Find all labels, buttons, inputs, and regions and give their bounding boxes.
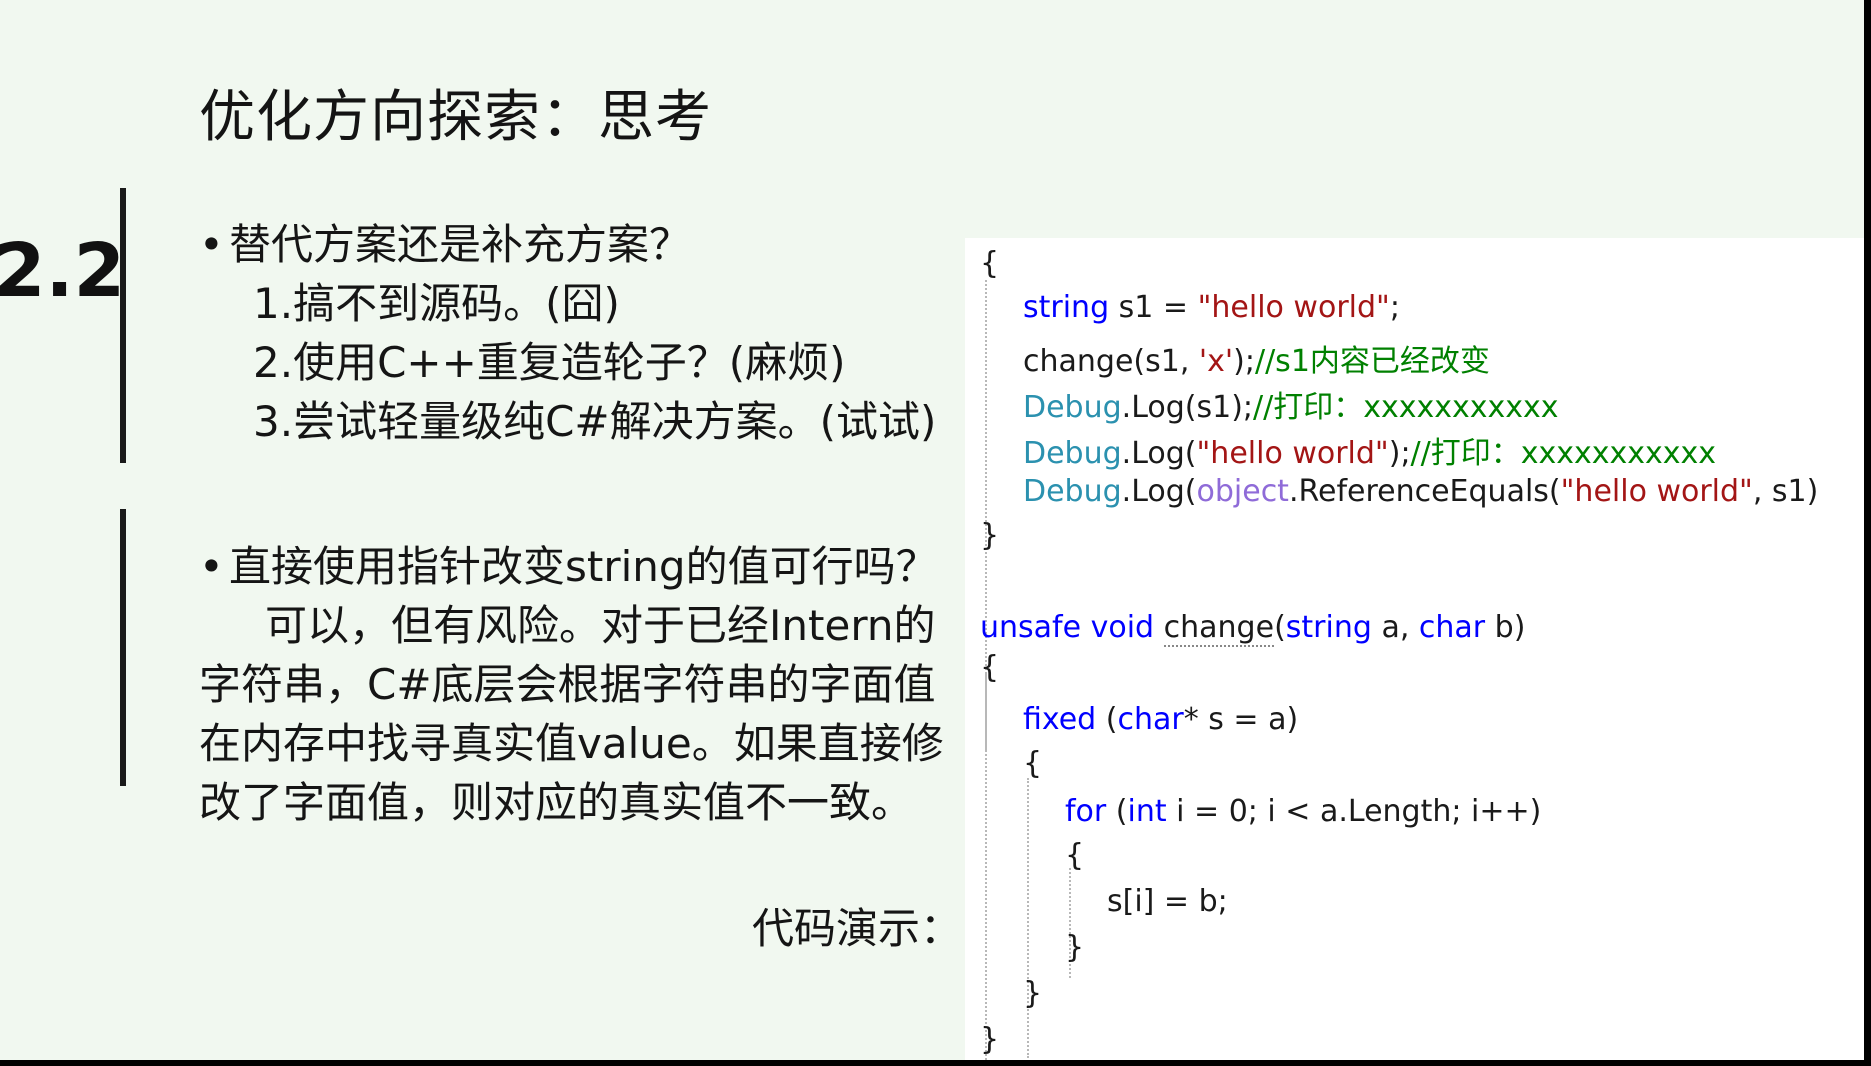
code-line: }	[1023, 976, 1043, 1011]
indent-guide	[985, 674, 987, 1060]
bullet-heading-text: 直接使用指针改变string的值可行吗？	[229, 542, 938, 591]
bullet-heading-text: 替代方案还是补充方案？	[229, 220, 692, 269]
paragraph-line: 可以，但有风险。对于已经Intern的	[265, 601, 936, 650]
bullet-heading: • 直接使用指针改变string的值可行吗？	[199, 537, 944, 596]
code-line: {	[980, 246, 1000, 281]
code-demo-label: 代码演示：	[752, 904, 963, 953]
code-line: }	[1065, 930, 1085, 965]
list-item: 3.尝试轻量级纯C#解决方案。(试试)	[253, 397, 937, 446]
paragraph-line: 改了字面值，则对应的真实值不一致。	[199, 778, 914, 827]
code-line: Debug.Log("hello world");//打印：xxxxxxxxxx…	[1023, 436, 1717, 471]
bullet-dot: •	[199, 220, 224, 269]
code-line: fixed (char* s = a)	[1023, 702, 1299, 737]
bullet-pointer-question: • 直接使用指针改变string的值可行吗？ 可以，但有风险。对于已经Intern…	[199, 537, 944, 832]
list-item: 2.使用C++重复造轮子？(麻烦)	[253, 338, 846, 387]
code-screenshot: { string s1 = "hello world"; change(s1, …	[965, 238, 1864, 1060]
paragraph-line: 字符串，C#底层会根据字符串的字面值	[199, 660, 936, 709]
code-line: s[i] = b;	[1107, 884, 1228, 919]
code-line: Debug.Log(object.ReferenceEquals("hello …	[1023, 474, 1819, 509]
bullet-dot: •	[199, 542, 224, 591]
bullet-alternatives: • 替代方案还是补充方案？ 1.搞不到源码。(囧) 2.使用C++重复造轮子？(麻…	[199, 215, 936, 451]
code-line: Debug.Log(s1);//打印：xxxxxxxxxxx	[1023, 390, 1559, 425]
code-line: unsafe void change(string a, char b)	[980, 610, 1526, 647]
slide: 优化方向探索：思考 2.2 • 替代方案还是补充方案？ 1.搞不到源码。(囧) 2…	[0, 0, 1864, 1060]
code-line: }	[980, 518, 1000, 553]
code-line: }	[980, 1022, 1000, 1057]
section-divider-2	[120, 509, 126, 786]
code-line: {	[1023, 746, 1043, 781]
code-line: {	[980, 650, 1000, 685]
list-item: 1.搞不到源码。(囧)	[253, 279, 620, 328]
section-divider-1	[120, 188, 126, 463]
code-line: for (int i = 0; i < a.Length; i++)	[1065, 794, 1542, 829]
paragraph-line: 在内存中找寻真实值value。如果直接修	[199, 719, 944, 768]
indent-guide	[1027, 778, 1029, 1058]
bullet-heading: • 替代方案还是补充方案？	[199, 215, 936, 274]
code-line: {	[1065, 838, 1085, 873]
code-line: change(s1, 'x');//s1内容已经改变	[1023, 344, 1490, 379]
slide-title: 优化方向探索：思考	[199, 85, 712, 150]
code-line: string s1 = "hello world";	[1023, 290, 1400, 325]
section-number: 2.2	[0, 228, 126, 314]
